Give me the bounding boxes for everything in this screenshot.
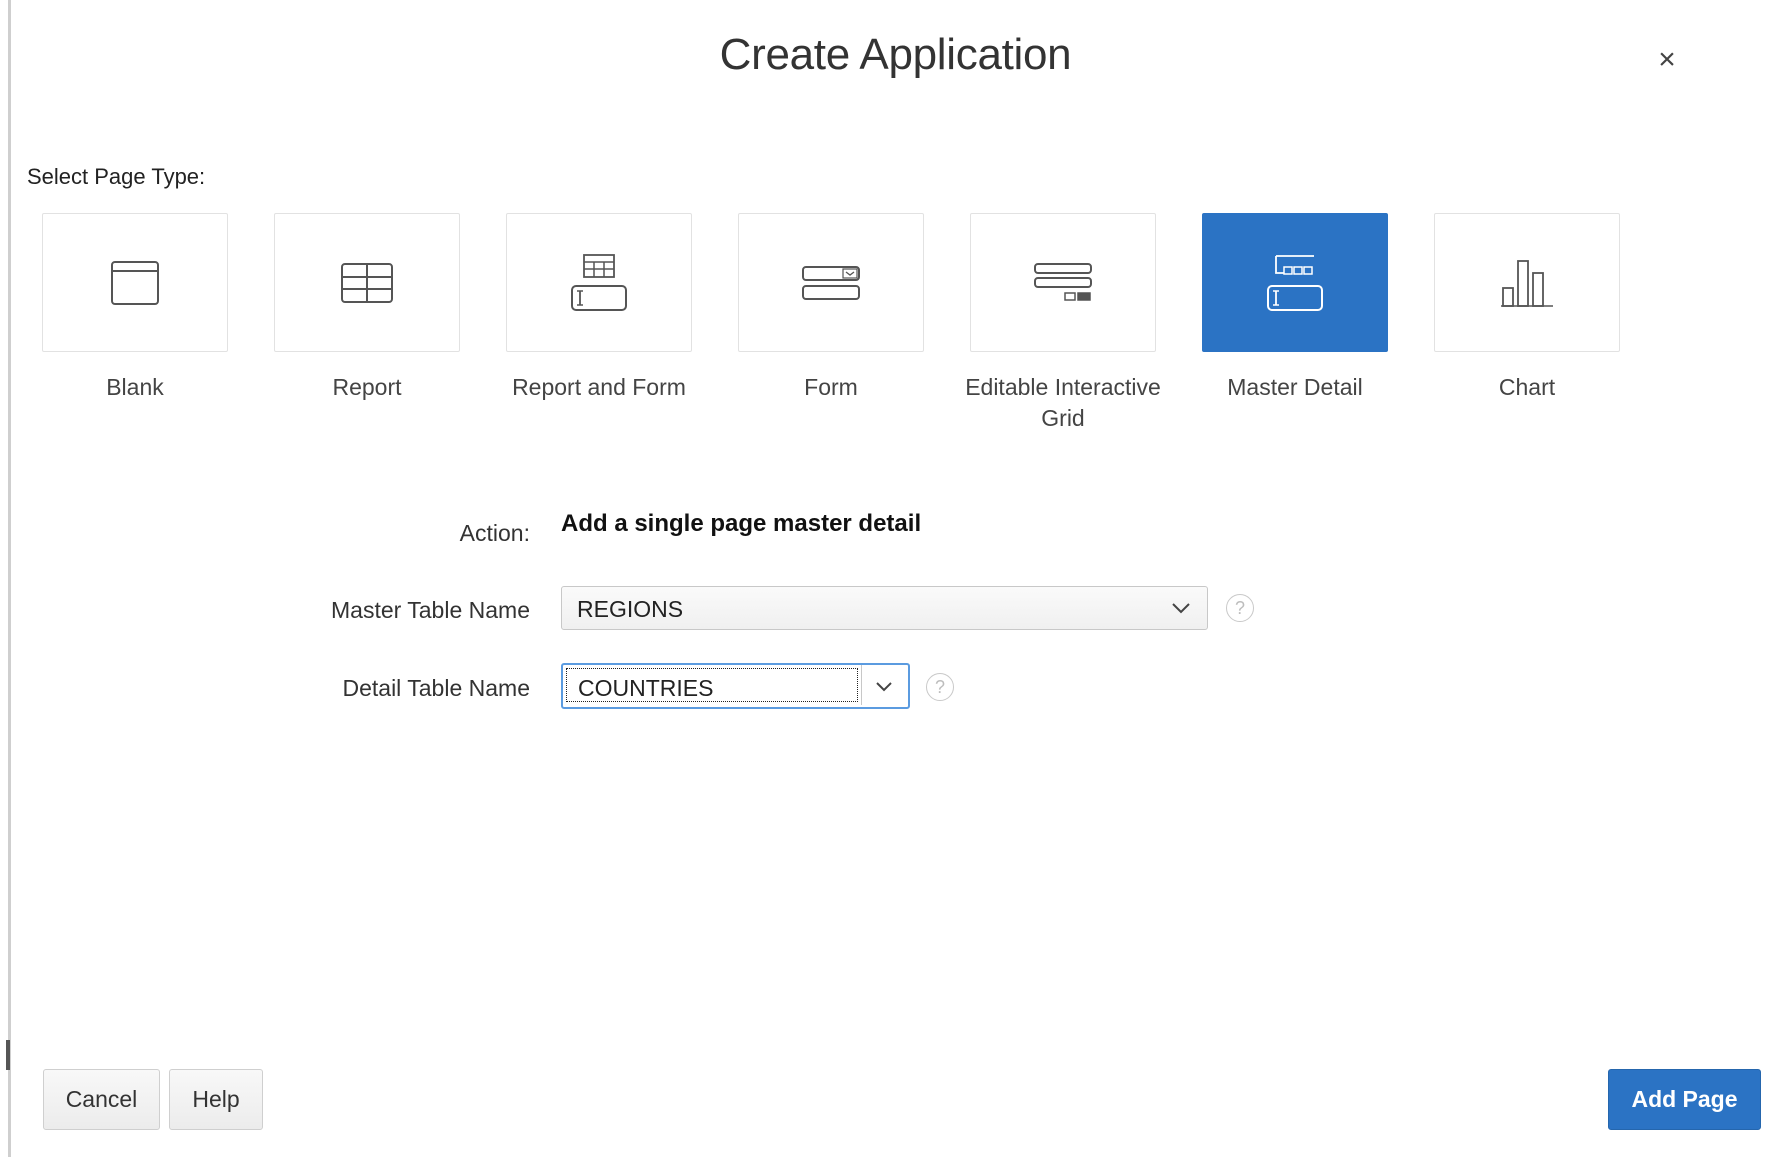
page-type-label: Form xyxy=(804,374,858,400)
action-label: Action: xyxy=(459,520,530,546)
chevron-down-icon xyxy=(860,665,908,707)
create-application-dialog: Create Application × Select Page Type: B… xyxy=(0,0,1791,1157)
page-type-report-tile[interactable] xyxy=(274,213,460,352)
page-type-form[interactable]: Form xyxy=(738,213,924,434)
page-type-label: Chart xyxy=(1498,374,1556,400)
detail-table-value: COUNTRIES xyxy=(578,675,714,701)
blank-page-icon xyxy=(111,260,159,305)
editable-grid-icon xyxy=(1034,262,1092,301)
master-table-value: REGIONS xyxy=(577,596,684,622)
report-icon xyxy=(341,262,393,303)
page-type-report-and-form-tile[interactable] xyxy=(506,213,692,352)
page-type-blank-tile[interactable] xyxy=(42,213,228,352)
page-type-blank[interactable]: Blank xyxy=(42,213,228,434)
page-type-master-detail[interactable]: Master Detail xyxy=(1202,213,1388,434)
page-type-label: Report xyxy=(332,374,402,400)
resize-handle[interactable] xyxy=(6,1040,10,1070)
master-detail-icon xyxy=(1267,254,1323,311)
page-type-label: Master Detail xyxy=(1227,374,1363,400)
page-type-chart-tile[interactable] xyxy=(1434,213,1620,352)
page-type-chart[interactable]: Chart xyxy=(1434,213,1620,434)
add-page-button[interactable]: Add Page xyxy=(1608,1069,1761,1130)
page-type-editable-interactive-grid-tile[interactable] xyxy=(970,213,1156,352)
select-page-type-label: Select Page Type: xyxy=(27,164,206,189)
report-and-form-icon xyxy=(571,253,627,311)
action-value: Add a single page master detail xyxy=(561,510,922,537)
detail-table-select[interactable]: COUNTRIES xyxy=(561,663,910,709)
page-type-editable-interactive-grid[interactable]: Editable Interactive Grid xyxy=(965,213,1161,434)
master-table-help-icon[interactable]: ? xyxy=(1226,594,1254,622)
dialog-title: Create Application xyxy=(719,30,1072,79)
close-icon[interactable]: × xyxy=(1649,42,1685,78)
page-type-label: Editable Interactive Grid xyxy=(965,374,1161,431)
page-type-label: Report and Form xyxy=(512,374,686,400)
detail-table-help-icon[interactable]: ? xyxy=(926,673,954,701)
form-icon xyxy=(802,265,860,300)
page-type-report[interactable]: Report xyxy=(274,213,460,434)
page-type-master-detail-tile[interactable] xyxy=(1202,213,1388,352)
page-type-form-tile[interactable] xyxy=(738,213,924,352)
page-type-label: Blank xyxy=(106,374,164,400)
master-table-label: Master Table Name xyxy=(331,597,530,623)
page-type-list: Blank Report Report and Form Form Editab… xyxy=(42,213,1620,434)
page-type-report-and-form[interactable]: Report and Form xyxy=(506,213,692,434)
dialog-left-border xyxy=(8,0,11,1157)
chevron-down-icon xyxy=(1155,587,1207,629)
help-button[interactable]: Help xyxy=(169,1069,263,1130)
cancel-button[interactable]: Cancel xyxy=(43,1069,160,1130)
chart-icon xyxy=(1501,259,1553,307)
master-table-select[interactable]: REGIONS xyxy=(561,586,1208,630)
detail-table-label: Detail Table Name xyxy=(342,675,530,701)
